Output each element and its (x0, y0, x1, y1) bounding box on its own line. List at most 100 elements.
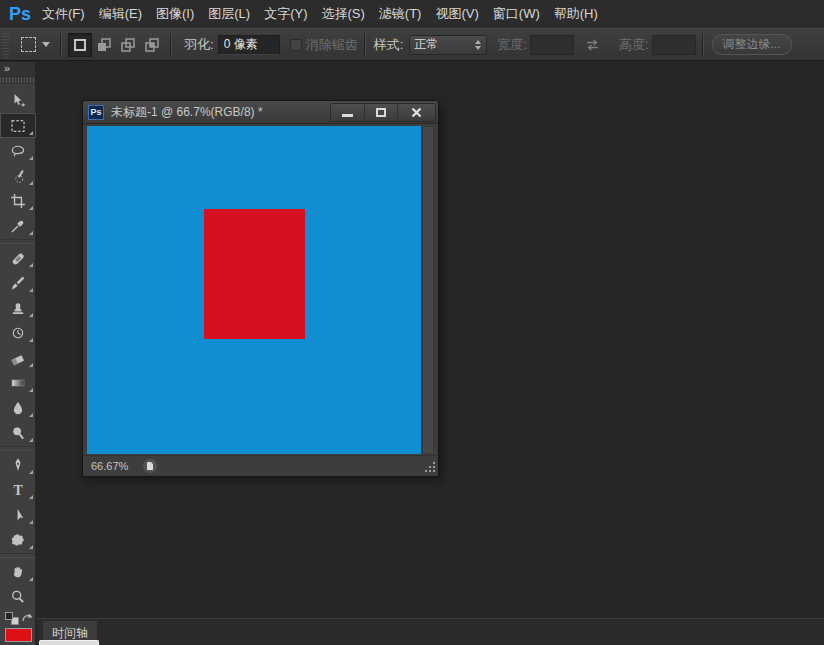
spot-healing-brush-tool-button[interactable] (0, 245, 36, 270)
pen-tool-button[interactable] (0, 452, 36, 477)
document-title: 未标题-1 @ 66.7%(RGB/8) * (111, 104, 263, 121)
timeline-panel: 时间轴 (37, 618, 824, 645)
menu-edit[interactable]: 编辑(E) (94, 0, 147, 28)
path-selection-tool-button[interactable] (0, 502, 36, 527)
flyout-indicator (29, 263, 33, 267)
style-label: 样式: (374, 36, 404, 54)
foreground-color-swatch[interactable] (5, 628, 32, 642)
tool-group-separator (0, 446, 35, 451)
style-select[interactable]: 正常 (409, 35, 487, 55)
antialias-checkbox[interactable] (290, 39, 302, 51)
flyout-indicator (29, 577, 33, 581)
clone-stamp-icon (9, 299, 26, 316)
swap-colors-icon[interactable] (21, 612, 34, 624)
minimize-icon (342, 114, 353, 117)
menu-filter[interactable]: 滤镜(T) (374, 0, 427, 28)
custom-shape-icon (9, 531, 26, 548)
document-titlebar[interactable]: Ps 未标题-1 @ 66.7%(RGB/8) * (83, 101, 438, 124)
eraser-icon (9, 349, 26, 366)
rectangular-marquee-tool-button[interactable] (0, 113, 36, 138)
refine-edge-button[interactable]: 调整边缘... (712, 34, 792, 55)
width-input[interactable] (530, 35, 574, 55)
history-brush-tool-button[interactable] (0, 320, 36, 345)
svg-text:T: T (13, 482, 22, 497)
menu-file[interactable]: 文件(F) (37, 0, 90, 28)
hand-tool-button[interactable] (0, 559, 36, 584)
red-rectangle-shape (204, 209, 305, 339)
menu-type[interactable]: 文字(Y) (259, 0, 312, 28)
feather-input[interactable] (218, 35, 280, 55)
default-colors-icon[interactable] (5, 612, 13, 620)
flyout-indicator (29, 520, 33, 524)
gradient-tool-button[interactable] (0, 370, 36, 395)
document-window: Ps 未标题-1 @ 66.7%(RGB/8) * 66.67% (82, 100, 439, 477)
timeline-create-button-partial[interactable] (39, 640, 99, 645)
eraser-tool-button[interactable] (0, 345, 36, 370)
document-statusbar: 66.67% (83, 455, 438, 476)
menu-select[interactable]: 选择(S) (317, 0, 370, 28)
crop-icon (9, 192, 26, 209)
crop-tool-button[interactable] (0, 188, 36, 213)
brush-icon (9, 274, 26, 291)
menu-view[interactable]: 视图(V) (430, 0, 483, 28)
flyout-indicator (29, 288, 33, 292)
brush-tool-button[interactable] (0, 270, 36, 295)
tool-preset-button[interactable] (17, 32, 54, 58)
maximize-icon (376, 108, 386, 117)
menu-help[interactable]: 帮助(H) (549, 0, 603, 28)
intersect-selection-button[interactable] (140, 33, 164, 57)
zoom-level[interactable]: 66.67% (91, 460, 128, 472)
vertical-scrollbar[interactable] (422, 126, 434, 454)
document-ps-icon: Ps (88, 105, 104, 120)
flyout-indicator (29, 495, 33, 499)
tool-group-separator (0, 553, 35, 558)
status-info-button[interactable] (142, 458, 158, 474)
menu-image[interactable]: 图像(I) (151, 0, 199, 28)
quick-selection-tool-button[interactable] (0, 163, 36, 188)
type-icon: T (9, 481, 26, 498)
height-label: 高度: (619, 36, 649, 54)
resize-grip-icon[interactable] (422, 460, 436, 474)
tools-panel: » (0, 62, 36, 645)
minimize-button[interactable] (331, 104, 364, 121)
chevron-down-icon (42, 42, 50, 47)
collapse-panel-icon[interactable]: » (0, 62, 35, 77)
flyout-indicator (29, 313, 33, 317)
window-controls (330, 103, 436, 122)
history-brush-icon (9, 324, 26, 341)
flyout-indicator (29, 438, 33, 442)
document-page-icon (146, 461, 154, 471)
type-tool-button[interactable]: T (0, 477, 36, 502)
dodge-icon (9, 424, 26, 441)
flyout-indicator (29, 231, 33, 235)
eyedropper-tool-button[interactable] (0, 213, 36, 238)
photoshop-logo: Ps (0, 4, 35, 25)
height-input[interactable] (652, 35, 696, 55)
custom-shape-tool-button[interactable] (0, 527, 36, 552)
swap-dimensions-icon[interactable] (584, 38, 601, 52)
subtract-from-selection-button[interactable] (116, 33, 140, 57)
flyout-indicator (29, 363, 33, 367)
new-selection-button[interactable] (68, 33, 92, 57)
close-button[interactable] (397, 104, 435, 121)
tool-group-separator (0, 239, 35, 244)
zoom-tool-button[interactable] (0, 584, 36, 609)
flyout-indicator (29, 181, 33, 185)
antialias-label: 消除锯齿 (306, 36, 358, 54)
color-controls (0, 610, 35, 627)
add-to-selection-button[interactable] (92, 33, 116, 57)
lasso-tool-button[interactable] (0, 138, 36, 163)
dodge-tool-button[interactable] (0, 420, 36, 445)
maximize-button[interactable] (364, 104, 397, 121)
width-label: 宽度: (497, 36, 527, 54)
feather-label: 羽化: (184, 36, 214, 54)
blur-tool-button[interactable] (0, 395, 36, 420)
flyout-indicator (29, 206, 33, 210)
document-canvas[interactable] (87, 126, 421, 454)
clone-stamp-tool-button[interactable] (0, 295, 36, 320)
menu-window[interactable]: 窗口(W) (488, 0, 545, 28)
flyout-indicator (29, 413, 33, 417)
panel-grip (0, 77, 35, 84)
menu-layer[interactable]: 图层(L) (203, 0, 255, 28)
move-tool-button[interactable] (0, 88, 36, 113)
